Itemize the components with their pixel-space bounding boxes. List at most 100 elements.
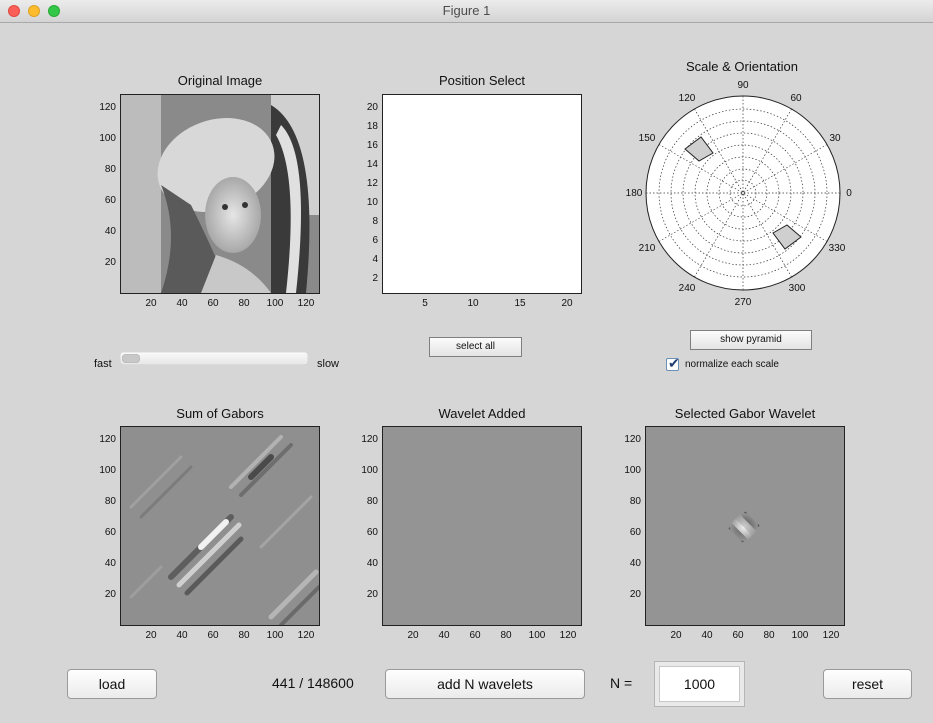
y-tick: 18	[366, 121, 378, 132]
x-tick: 20	[407, 630, 419, 641]
sum-of-gabors-title: Sum of Gabors	[176, 406, 264, 421]
selected-gabor-axes[interactable]	[645, 426, 845, 626]
y-tick: 120	[99, 102, 116, 113]
y-tick: 60	[629, 527, 641, 538]
x-tick: 40	[176, 630, 188, 641]
load-button[interactable]: load	[67, 669, 157, 699]
x-tick: 40	[176, 298, 188, 309]
x-tick: 100	[266, 630, 284, 641]
y-tick: 12	[366, 178, 378, 189]
x-tick: 60	[207, 298, 219, 309]
x-tick: 20	[145, 298, 157, 309]
y-tick: 100	[624, 465, 641, 476]
angle-label: 90	[737, 80, 749, 91]
x-tick: 20	[145, 630, 157, 641]
wavelet-count: 441 / 148600	[272, 675, 354, 691]
x-tick: 10	[467, 298, 479, 309]
speed-slider[interactable]	[120, 352, 308, 365]
y-tick: 80	[104, 496, 116, 507]
y-tick: 16	[366, 140, 378, 151]
x-tick: 40	[438, 630, 450, 641]
wavelet-added-axes[interactable]	[382, 426, 582, 626]
x-tick: 20	[561, 298, 573, 309]
x-tick: 100	[266, 298, 284, 309]
sum-of-gabors-axes[interactable]	[120, 426, 320, 626]
x-tick: 80	[763, 630, 775, 641]
y-tick: 80	[104, 164, 116, 175]
selected-gabor-image	[728, 511, 760, 543]
x-tick: 15	[514, 298, 526, 309]
angle-label: 330	[828, 243, 846, 254]
normalize-label: normalize each scale	[685, 359, 779, 370]
y-tick: 40	[629, 558, 641, 569]
select-all-button[interactable]: select all	[429, 337, 522, 357]
y-tick: 4	[372, 254, 378, 265]
y-tick: 8	[372, 216, 378, 227]
x-tick: 60	[469, 630, 481, 641]
y-tick: 40	[104, 226, 116, 237]
x-tick: 120	[297, 630, 315, 641]
original-image-picture	[121, 95, 319, 293]
y-tick: 60	[366, 527, 378, 538]
y-tick: 20	[366, 589, 378, 600]
scale-orientation-title: Scale & Orientation	[685, 59, 798, 74]
position-select-title: Position Select	[439, 73, 525, 88]
angle-label: 240	[678, 283, 696, 294]
position-select-axes[interactable]	[382, 94, 582, 294]
title-bar: Figure 1	[0, 0, 933, 23]
reset-button[interactable]: reset	[823, 669, 912, 699]
y-tick: 120	[361, 434, 378, 445]
y-tick: 100	[99, 133, 116, 144]
x-tick: 80	[500, 630, 512, 641]
x-tick: 80	[238, 630, 250, 641]
speed-slider-thumb[interactable]	[122, 354, 140, 363]
x-tick: 20	[670, 630, 682, 641]
angle-label: 180	[625, 188, 643, 199]
y-tick: 100	[99, 465, 116, 476]
angle-label: 30	[829, 133, 841, 144]
angle-label: 300	[788, 283, 806, 294]
angle-label: 270	[734, 297, 752, 308]
y-tick: 20	[629, 589, 641, 600]
y-tick: 20	[104, 589, 116, 600]
add-n-wavelets-button[interactable]: add N wavelets	[385, 669, 585, 699]
y-tick: 20	[366, 102, 378, 113]
wavelet-added-title: Wavelet Added	[438, 406, 526, 421]
x-tick: 40	[701, 630, 713, 641]
angle-label: 150	[638, 133, 656, 144]
checkmark-icon: ✔	[668, 355, 680, 371]
angle-label: 210	[638, 243, 656, 254]
n-input[interactable]: 1000	[659, 666, 740, 702]
y-tick: 60	[104, 195, 116, 206]
y-tick: 14	[366, 159, 378, 170]
y-tick: 80	[629, 496, 641, 507]
y-tick: 60	[104, 527, 116, 538]
selected-gabor-title: Selected Gabor Wavelet	[674, 406, 816, 421]
window-title: Figure 1	[442, 3, 491, 18]
y-tick: 10	[366, 197, 378, 208]
scale-orientation-polar-plot[interactable]	[641, 91, 845, 295]
y-tick: 40	[104, 558, 116, 569]
y-tick: 40	[366, 558, 378, 569]
y-tick: 100	[361, 465, 378, 476]
y-tick: 2	[372, 273, 378, 284]
x-tick: 120	[297, 298, 315, 309]
sum-of-gabors-image	[129, 435, 319, 625]
y-tick: 6	[372, 235, 378, 246]
x-tick: 100	[791, 630, 809, 641]
original-image-axes[interactable]	[120, 94, 320, 294]
original-image-title: Original Image	[177, 73, 263, 88]
angle-label: 120	[678, 93, 696, 104]
x-tick: 60	[207, 630, 219, 641]
x-tick: 100	[528, 630, 546, 641]
y-tick: 120	[624, 434, 641, 445]
show-pyramid-button[interactable]: show pyramid	[690, 330, 812, 350]
x-tick: 120	[822, 630, 840, 641]
y-tick: 80	[366, 496, 378, 507]
y-tick: 20	[104, 257, 116, 268]
x-tick: 5	[422, 298, 428, 309]
normalize-checkbox[interactable]: ✔	[666, 355, 680, 371]
x-tick: 120	[559, 630, 577, 641]
n-label: N =	[610, 675, 633, 691]
x-tick: 60	[732, 630, 744, 641]
